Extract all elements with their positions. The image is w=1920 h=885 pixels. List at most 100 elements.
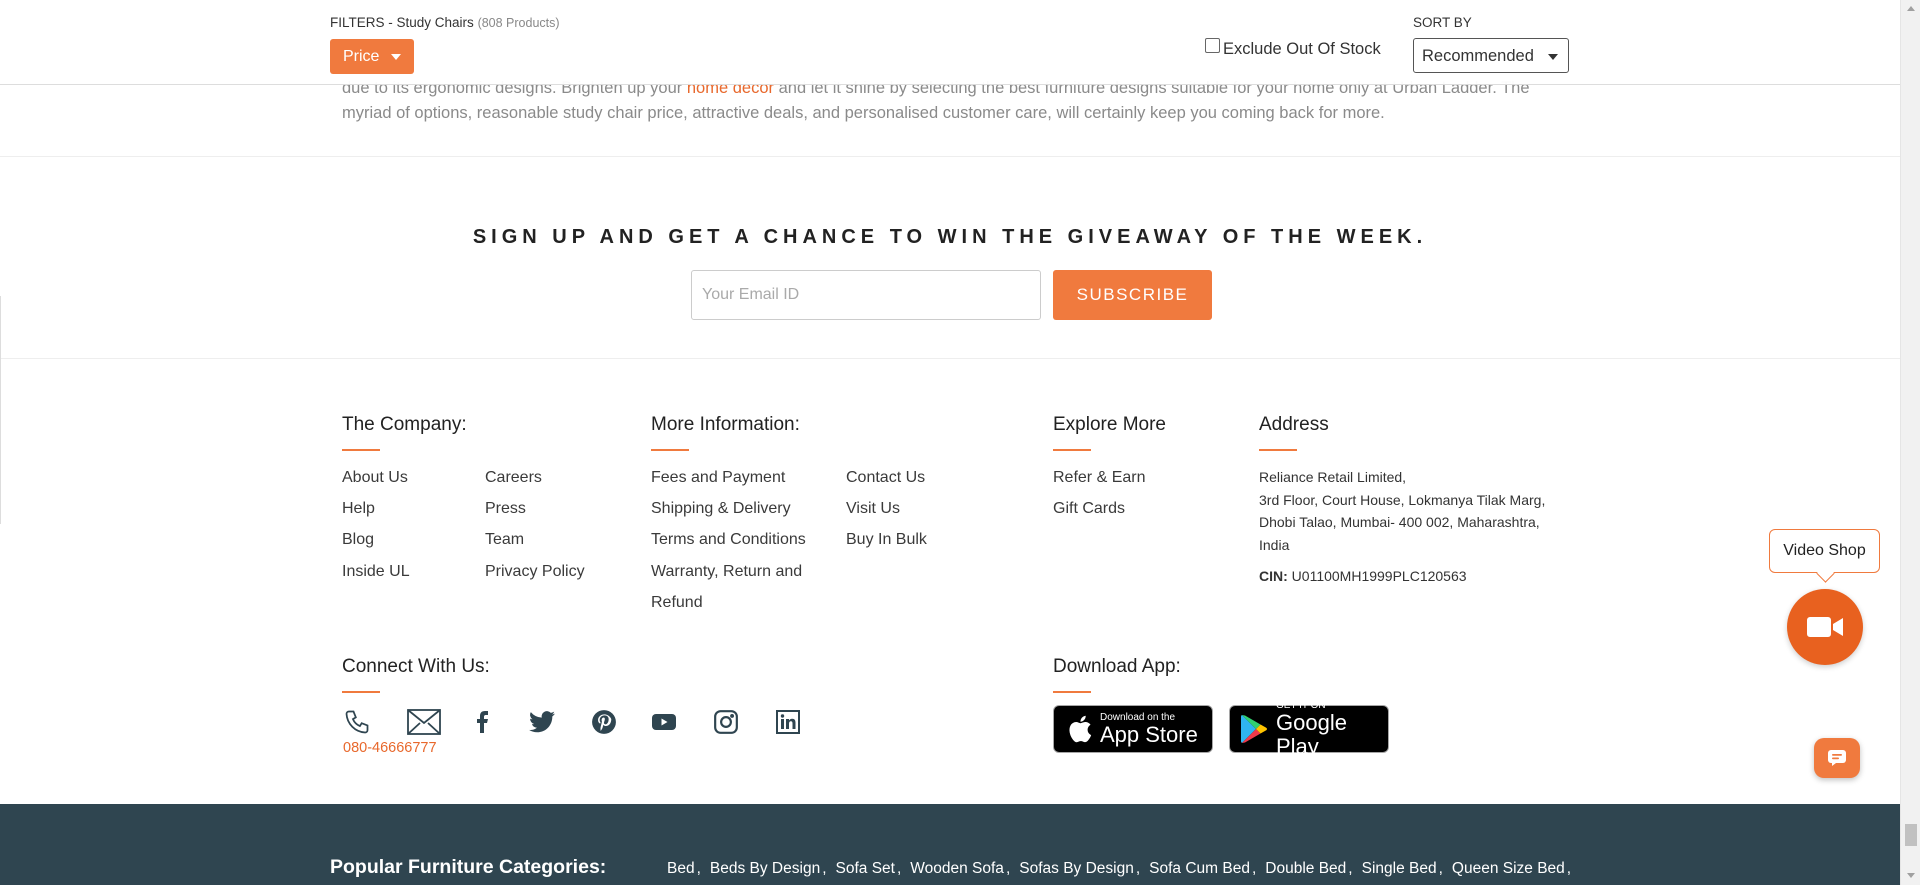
mail-icon[interactable] — [406, 707, 442, 737]
footer-link-careers[interactable]: Careers — [485, 469, 542, 487]
instagram-icon[interactable] — [711, 707, 741, 737]
product-count: (808 Products) — [477, 16, 560, 30]
sticky-filter-bar: FILTERS - Study Chairs (808 Products) Pr… — [0, 0, 1900, 85]
sort-by-label: SORT BY — [1413, 15, 1472, 30]
divider — [0, 358, 1900, 359]
scroll-down-arrow-icon[interactable] — [1907, 873, 1915, 878]
popular-category-link[interactable]: Beds By Design — [710, 860, 820, 878]
apple-icon — [1068, 715, 1092, 743]
heading-underline — [1053, 691, 1091, 693]
cin-label: CIN: — [1259, 568, 1288, 584]
phone-icon[interactable] — [342, 707, 372, 737]
footer-link-terms[interactable]: Terms and Conditions — [651, 531, 806, 549]
app-store-big-text: App Store — [1100, 721, 1198, 747]
category-separator: , — [896, 860, 902, 877]
popular-categories-heading: Popular Furniture Categories: — [330, 856, 607, 878]
popular-category-link[interactable]: Sofa Cum Bed — [1149, 860, 1250, 878]
footer-link-about-us[interactable]: About Us — [342, 469, 408, 487]
footer-link-buy-in-bulk[interactable]: Buy In Bulk — [846, 531, 927, 549]
left-edge-line — [0, 296, 1, 524]
explore-heading: Explore More — [1053, 414, 1166, 435]
address-line: Dhobi Talao, Mumbai- 400 002, Maharashtr… — [1259, 514, 1540, 530]
popular-category-link[interactable]: Single Bed — [1362, 860, 1437, 878]
popular-category-link[interactable]: Sofa Set — [836, 860, 895, 878]
footer-link-shipping-delivery[interactable]: Shipping & Delivery — [651, 500, 791, 518]
exclude-out-of-stock-toggle[interactable]: Exclude Out Of Stock — [1205, 38, 1381, 59]
heading-underline — [1259, 449, 1297, 451]
google-play-icon — [1240, 714, 1268, 744]
address-line: 3rd Floor, Court House, Lokmanya Tilak M… — [1259, 491, 1546, 508]
footer-link-refund[interactable]: Refund — [651, 594, 703, 612]
heading-underline — [342, 449, 380, 451]
footer-link-blog[interactable]: Blog — [342, 531, 374, 549]
video-camera-icon — [1806, 615, 1844, 639]
video-shop-button[interactable] — [1787, 589, 1863, 665]
chat-icon — [1827, 749, 1847, 767]
footer-link-privacy-policy[interactable]: Privacy Policy — [485, 563, 585, 581]
filters-title: FILTERS - Study Chairs — [330, 15, 474, 30]
chat-button[interactable] — [1814, 738, 1860, 778]
phone-number[interactable]: 080-46666777 — [343, 740, 437, 756]
google-play-text: GET IT ON Google Play — [1276, 700, 1388, 759]
popular-category-link[interactable]: Double Bed — [1265, 860, 1346, 878]
address-block: Reliance Retail Limited, 3rd Floor, Cour… — [1259, 466, 1579, 556]
footer-link-help[interactable]: Help — [342, 500, 375, 518]
pinterest-icon[interactable] — [589, 707, 619, 737]
twitter-icon[interactable] — [527, 707, 557, 737]
filters-heading: FILTERS - Study Chairs (808 Products) — [330, 15, 560, 30]
google-play-big-text: Google Play — [1276, 709, 1347, 759]
cin-number: CIN: U01100MH1999PLC120563 — [1259, 568, 1467, 584]
category-separator: , — [1566, 860, 1572, 877]
facebook-icon[interactable] — [467, 707, 497, 737]
google-play-button[interactable]: GET IT ON Google Play — [1229, 700, 1389, 758]
app-store-small-text: Download on the — [1100, 711, 1176, 723]
footer-link-refer-earn[interactable]: Refer & Earn — [1053, 469, 1145, 487]
cin-value: U01100MH1999PLC120563 — [1287, 568, 1467, 584]
newsletter-title: SIGN UP AND GET A CHANCE TO WIN THE GIVE… — [472, 226, 1428, 248]
google-play-small-text: GET IT ON — [1276, 699, 1326, 711]
address-line: India — [1259, 536, 1290, 553]
company-heading: The Company: — [342, 414, 467, 435]
chevron-down-icon — [391, 54, 401, 60]
footer-link-warranty-return[interactable]: Warranty, Return and — [651, 563, 802, 581]
divider — [0, 156, 1900, 157]
sort-by-select[interactable]: Recommended — [1413, 38, 1569, 73]
footer-link-visit-us[interactable]: Visit Us — [846, 500, 900, 518]
page-scrollbar[interactable] — [1900, 0, 1920, 885]
connect-heading: Connect With Us: — [342, 656, 490, 677]
download-app-heading: Download App: — [1053, 656, 1181, 677]
popular-category-link[interactable]: Bed — [667, 860, 695, 878]
scroll-up-arrow-icon[interactable] — [1907, 6, 1915, 11]
linkedin-icon[interactable] — [773, 707, 803, 737]
exclude-out-of-stock-checkbox[interactable] — [1205, 38, 1220, 53]
subscribe-button[interactable]: SUBSCRIBE — [1053, 270, 1212, 320]
video-shop-tooltip[interactable]: Video Shop — [1769, 529, 1880, 573]
footer-link-press[interactable]: Press — [485, 500, 526, 518]
heading-underline — [342, 691, 380, 693]
more-info-heading: More Information: — [651, 414, 800, 435]
app-store-button[interactable]: Download on the App Store — [1053, 705, 1213, 753]
popular-category-link[interactable]: Wooden Sofa — [910, 860, 1004, 878]
footer-link-team[interactable]: Team — [485, 531, 524, 549]
chevron-down-icon — [1548, 54, 1558, 60]
footer-link-fees-payment[interactable]: Fees and Payment — [651, 469, 785, 487]
footer-link-gift-cards[interactable]: Gift Cards — [1053, 500, 1125, 518]
address-line: Reliance Retail Limited, — [1259, 469, 1407, 485]
popular-category-link[interactable]: Queen Size Bed — [1452, 860, 1565, 878]
price-filter-button[interactable]: Price — [330, 39, 414, 74]
category-separator: , — [1348, 860, 1353, 877]
category-separator: , — [822, 860, 827, 877]
popular-category-link[interactable]: Sofas By Design — [1019, 860, 1134, 878]
footer-link-contact-us[interactable]: Contact Us — [846, 469, 925, 487]
address-heading: Address — [1259, 414, 1329, 435]
youtube-icon[interactable] — [649, 707, 679, 737]
footer-link-inside-ul[interactable]: Inside UL — [342, 563, 410, 581]
scroll-thumb[interactable] — [1905, 824, 1917, 846]
category-separator: , — [1251, 860, 1257, 877]
email-field[interactable] — [691, 270, 1041, 320]
exclude-out-of-stock-label: Exclude Out Of Stock — [1223, 40, 1381, 58]
category-separator: , — [696, 860, 701, 877]
heading-underline — [1053, 449, 1091, 451]
heading-underline — [651, 449, 689, 451]
category-separator: , — [1438, 860, 1443, 877]
